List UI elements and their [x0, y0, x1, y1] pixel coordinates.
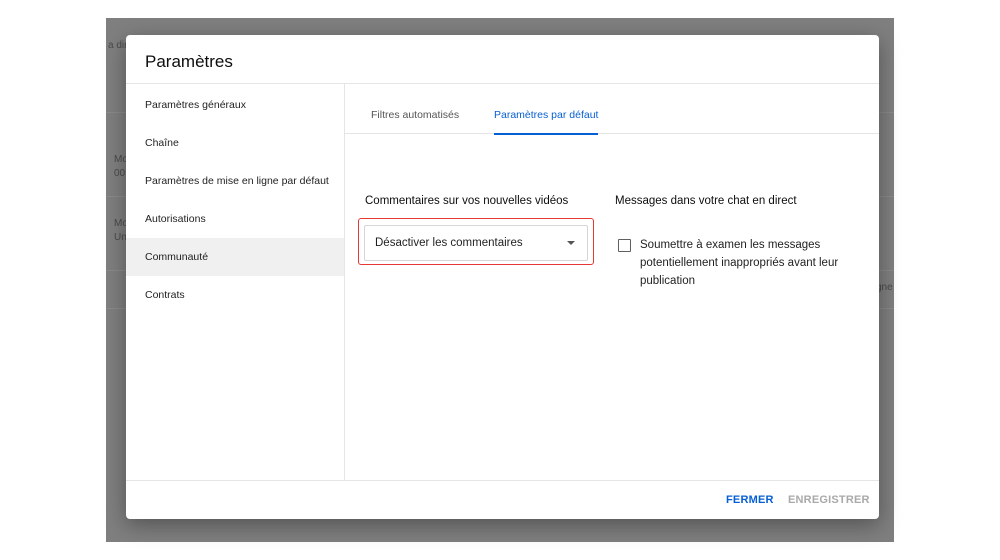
comments-section-title: Commentaires sur vos nouvelles vidéos [365, 195, 569, 207]
tab-automated-filters[interactable]: Filtres automatisés [371, 84, 459, 134]
sidebar-item-agreements[interactable]: Contrats [126, 276, 344, 314]
dialog-footer: FERMER ENREGISTRER [126, 480, 879, 519]
chat-section-title: Messages dans votre chat en direct [615, 195, 797, 207]
dialog-header: Paramètres [126, 35, 879, 84]
tab-bar: Filtres automatisés Paramètres par défau… [345, 84, 879, 135]
dropdown-arrow-icon [567, 241, 575, 245]
settings-dialog: Paramètres Paramètres généraux Chaîne Pa… [126, 35, 879, 519]
settings-sidebar: Paramètres généraux Chaîne Paramètres de… [126, 84, 345, 480]
sidebar-item-permissions[interactable]: Autorisations [126, 200, 344, 238]
sidebar-item-general[interactable]: Paramètres généraux [126, 86, 344, 124]
background-text: a dir [108, 40, 128, 51]
close-button[interactable]: FERMER [726, 494, 774, 506]
sidebar-item-community[interactable]: Communauté [126, 238, 344, 276]
settings-content: Filtres automatisés Paramètres par défau… [345, 84, 879, 480]
dialog-title: Paramètres [145, 52, 233, 71]
review-messages-checkbox[interactable] [618, 239, 631, 252]
review-messages-label: Soumettre à examen les messages potentie… [640, 239, 839, 287]
save-button[interactable]: ENREGISTRER [788, 494, 870, 506]
sidebar-item-channel[interactable]: Chaîne [126, 124, 344, 162]
tab-defaults[interactable]: Paramètres par défaut [494, 84, 599, 135]
sidebar-item-upload-defaults[interactable]: Paramètres de mise en ligne par défaut [126, 162, 344, 200]
comments-dropdown[interactable]: Désactiver les commentaires [364, 225, 588, 261]
comments-dropdown-value: Désactiver les commentaires [375, 237, 523, 249]
background-text: Un [114, 232, 127, 243]
